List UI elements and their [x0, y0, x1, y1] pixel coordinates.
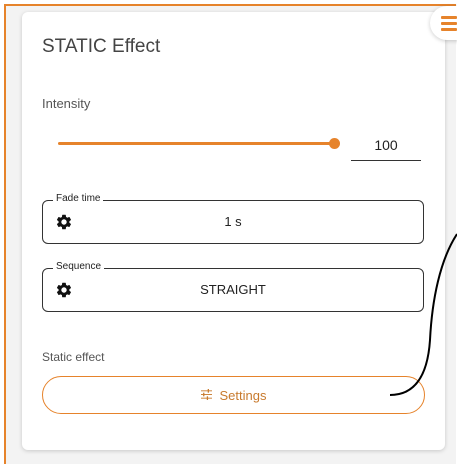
static-effect-card: STATIC Effect Intensity 100 Fade time 1 …	[22, 12, 445, 450]
settings-button-label: Settings	[219, 387, 267, 403]
fade-time-value: 1 s	[224, 214, 242, 229]
fade-time-legend: Fade time	[53, 193, 104, 204]
intensity-value-field[interactable]: 100	[351, 130, 421, 161]
hamburger-menu-icon[interactable]	[430, 6, 457, 40]
intensity-slider[interactable]	[58, 138, 340, 149]
card-title: STATIC Effect	[42, 36, 161, 57]
fade-time-field[interactable]: Fade time 1 s	[42, 193, 424, 244]
intensity-label: Intensity	[42, 96, 91, 111]
sequence-value: STRAIGHT	[200, 282, 266, 297]
intensity-value: 100	[374, 137, 398, 153]
sequence-legend: Sequence	[53, 261, 105, 272]
sequence-field[interactable]: Sequence STRAIGHT	[42, 261, 424, 312]
static-effect-label: Static effect	[42, 350, 105, 364]
settings-button[interactable]: Settings	[42, 376, 425, 414]
sliders-icon	[200, 388, 212, 403]
slider-thumb[interactable]	[329, 138, 340, 149]
